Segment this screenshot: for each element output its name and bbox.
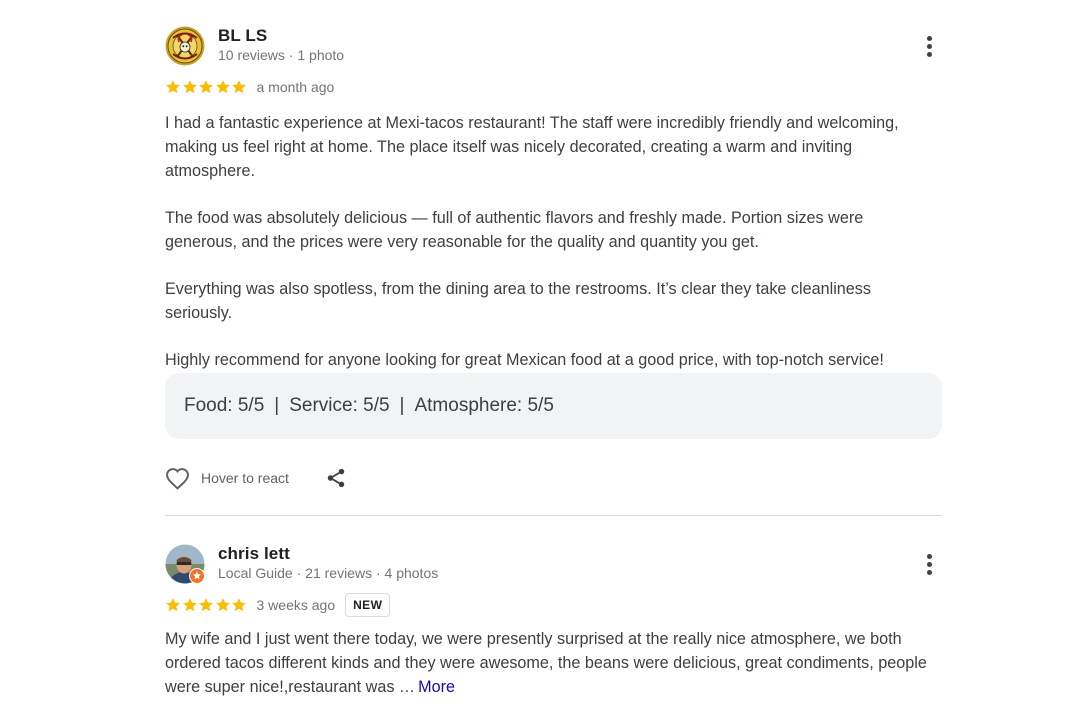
rating-row: a month ago (165, 75, 942, 99)
rating-row: 3 weeks ago NEW (165, 593, 942, 617)
atmosphere-rating: Atmosphere: 5/5 (414, 395, 554, 416)
review-paragraph: Highly recommend for anyone looking for … (165, 351, 884, 369)
star-icon (232, 598, 246, 612)
separator: | (399, 395, 405, 416)
star-icon (215, 598, 230, 612)
star-icon (199, 598, 213, 612)
share-button[interactable] (325, 467, 347, 489)
review-text: My wife and I just went there today, we … (165, 627, 935, 699)
star-icon (199, 80, 213, 94)
review-paragraph: My wife and I just went there today, we … (165, 630, 927, 696)
review-divider (165, 515, 942, 516)
local-guide-badge-icon (189, 568, 205, 584)
more-vert-icon[interactable] (924, 36, 934, 58)
review-card: chris lett Local Guide · 21 reviews · 4 … (165, 542, 942, 699)
review-time: 3 weeks ago (256, 597, 336, 613)
author-name[interactable]: chris lett (218, 544, 290, 564)
author-meta: 10 reviews · 1 photo (218, 47, 345, 63)
new-badge: NEW (345, 593, 391, 617)
review-header: chris lett Local Guide · 21 reviews · 4 … (165, 542, 942, 586)
separator: | (274, 395, 280, 416)
star-icon (166, 80, 180, 94)
author-name[interactable]: BL LS (218, 26, 267, 46)
share-icon (327, 468, 345, 488)
service-rating: Service: 5/5 (289, 395, 390, 416)
review-paragraph: Everything was also spotless, from the d… (165, 280, 871, 322)
review-paragraph: I had a fantastic experience at Mexi-tac… (165, 114, 899, 180)
star-icon (215, 80, 230, 94)
react-label: Hover to react (201, 470, 289, 486)
heart-outline-icon (166, 467, 189, 490)
review-card: BL LS 10 reviews · 1 photo a month ago I… (165, 24, 942, 493)
star-icon (166, 598, 180, 612)
review-paragraph: The food was absolutely delicious — full… (165, 209, 864, 251)
review-time: a month ago (256, 79, 335, 95)
attribute-ratings: Food: 5/5 | Service: 5/5 | Atmosphere: 5… (165, 373, 942, 439)
review-header: BL LS 10 reviews · 1 photo (165, 24, 942, 68)
more-link[interactable]: More (418, 678, 455, 696)
react-button[interactable]: Hover to react (165, 467, 289, 490)
author-meta: Local Guide · 21 reviews · 4 photos (218, 565, 439, 581)
review-actions: Hover to react (165, 463, 942, 493)
reviews-page: BL LS 10 reviews · 1 photo a month ago I… (0, 0, 1080, 720)
band-logo-avatar[interactable] (165, 26, 205, 66)
star-rating (165, 79, 248, 95)
star-icon (232, 80, 246, 94)
food-rating: Food: 5/5 (184, 395, 265, 416)
star-icon (182, 598, 197, 612)
more-vert-icon[interactable] (924, 554, 934, 576)
star-icon (182, 80, 197, 94)
star-rating (165, 597, 248, 613)
review-text: I had a fantastic experience at Mexi-tac… (165, 111, 935, 372)
